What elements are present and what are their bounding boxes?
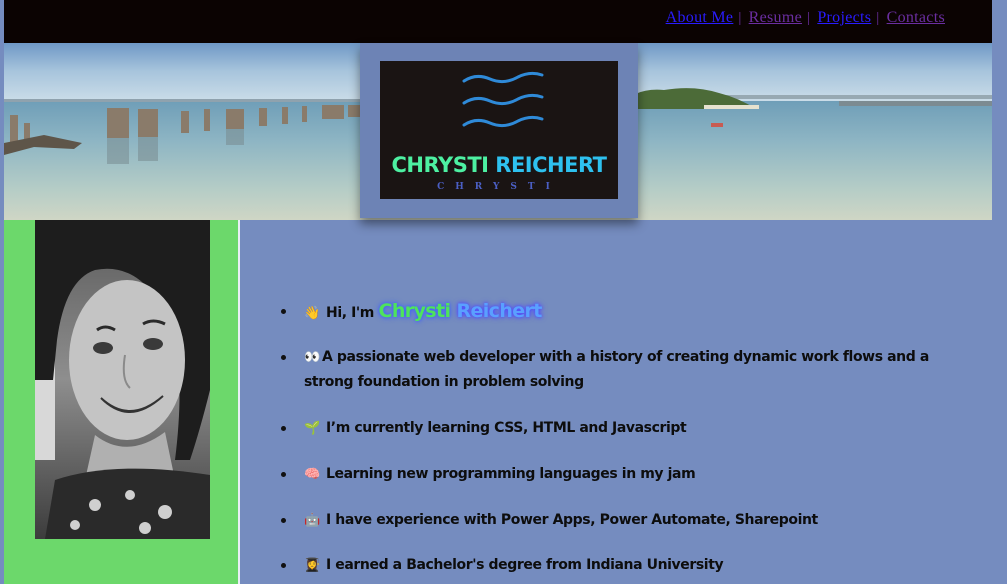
list-item: 👩‍🎓 I earned a Bachelor's degree from Ind… xyxy=(281,553,944,578)
eyes-icon: 👀 xyxy=(304,350,320,365)
page: About Me | Resume | Projects | Contacts xyxy=(0,0,1007,584)
logo[interactable]: CHRYSTI REICHERT CHRYSTI xyxy=(380,61,618,199)
list-item: 👀 A passionate web developer with a histo… xyxy=(281,345,944,395)
nav-link-contacts[interactable]: Contacts xyxy=(886,9,946,27)
profile-photo xyxy=(35,220,210,539)
nav-link-projects[interactable]: Projects xyxy=(816,9,872,27)
bullet-text: I have experience with Power Apps, Power… xyxy=(326,512,818,528)
bullet-text: I’m currently learning CSS, HTML and Jav… xyxy=(326,420,687,436)
graduate-icon: 👩‍🎓 xyxy=(304,558,320,573)
logo-title: CHRYSTI REICHERT xyxy=(380,153,618,177)
logo-subtitle: CHRYSTI xyxy=(437,182,561,192)
robot-icon: 🤖 xyxy=(304,513,320,528)
list-item: 🤖 I have experience with Power Apps, Powe… xyxy=(281,508,944,533)
list-item-intro: 👋 Hi, I'm Chrysti Reichert xyxy=(281,299,944,326)
intro-name: Chrysti Reichert xyxy=(378,300,542,322)
sidebar xyxy=(4,220,238,584)
list-item: 🧠 Learning new programming languages in m… xyxy=(281,462,944,487)
nav-link-resume[interactable]: Resume xyxy=(748,9,803,27)
nav-separator: | xyxy=(876,9,880,26)
intro-greeting: Hi, I'm xyxy=(326,305,374,321)
nav-separator: | xyxy=(738,9,742,26)
bullet-text: A passionate web developer with a histor… xyxy=(304,349,929,390)
bullet-text: Learning new programming languages in my… xyxy=(326,466,696,482)
logo-last-name: REICHERT xyxy=(495,153,607,177)
logo-first-name: CHRYSTI xyxy=(391,153,489,177)
waving-hand-icon: 👋 xyxy=(304,306,320,321)
brain-icon: 🧠 xyxy=(304,467,320,482)
portrait-illustration xyxy=(35,220,210,539)
nav-separator: | xyxy=(807,9,811,26)
bullet-text: I earned a Bachelor's degree from Indian… xyxy=(326,557,724,573)
logo-frame: CHRYSTI REICHERT CHRYSTI xyxy=(360,43,638,218)
main-nav: About Me | Resume | Projects | Contacts xyxy=(665,9,946,27)
intro-first-name: Chrysti xyxy=(378,300,451,322)
wave-logo-icon xyxy=(462,71,544,128)
top-nav-bar: About Me | Resume | Projects | Contacts xyxy=(4,0,992,43)
seedling-icon: 🌱 xyxy=(304,421,320,436)
about-content: 👋 Hi, I'm Chrysti Reichert 👀 A passionate … xyxy=(240,220,1007,584)
nav-link-about-me[interactable]: About Me xyxy=(665,9,735,27)
list-item: 🌱 I’m currently learning CSS, HTML and Ja… xyxy=(281,416,944,441)
intro-last-name: Reichert xyxy=(456,300,542,322)
